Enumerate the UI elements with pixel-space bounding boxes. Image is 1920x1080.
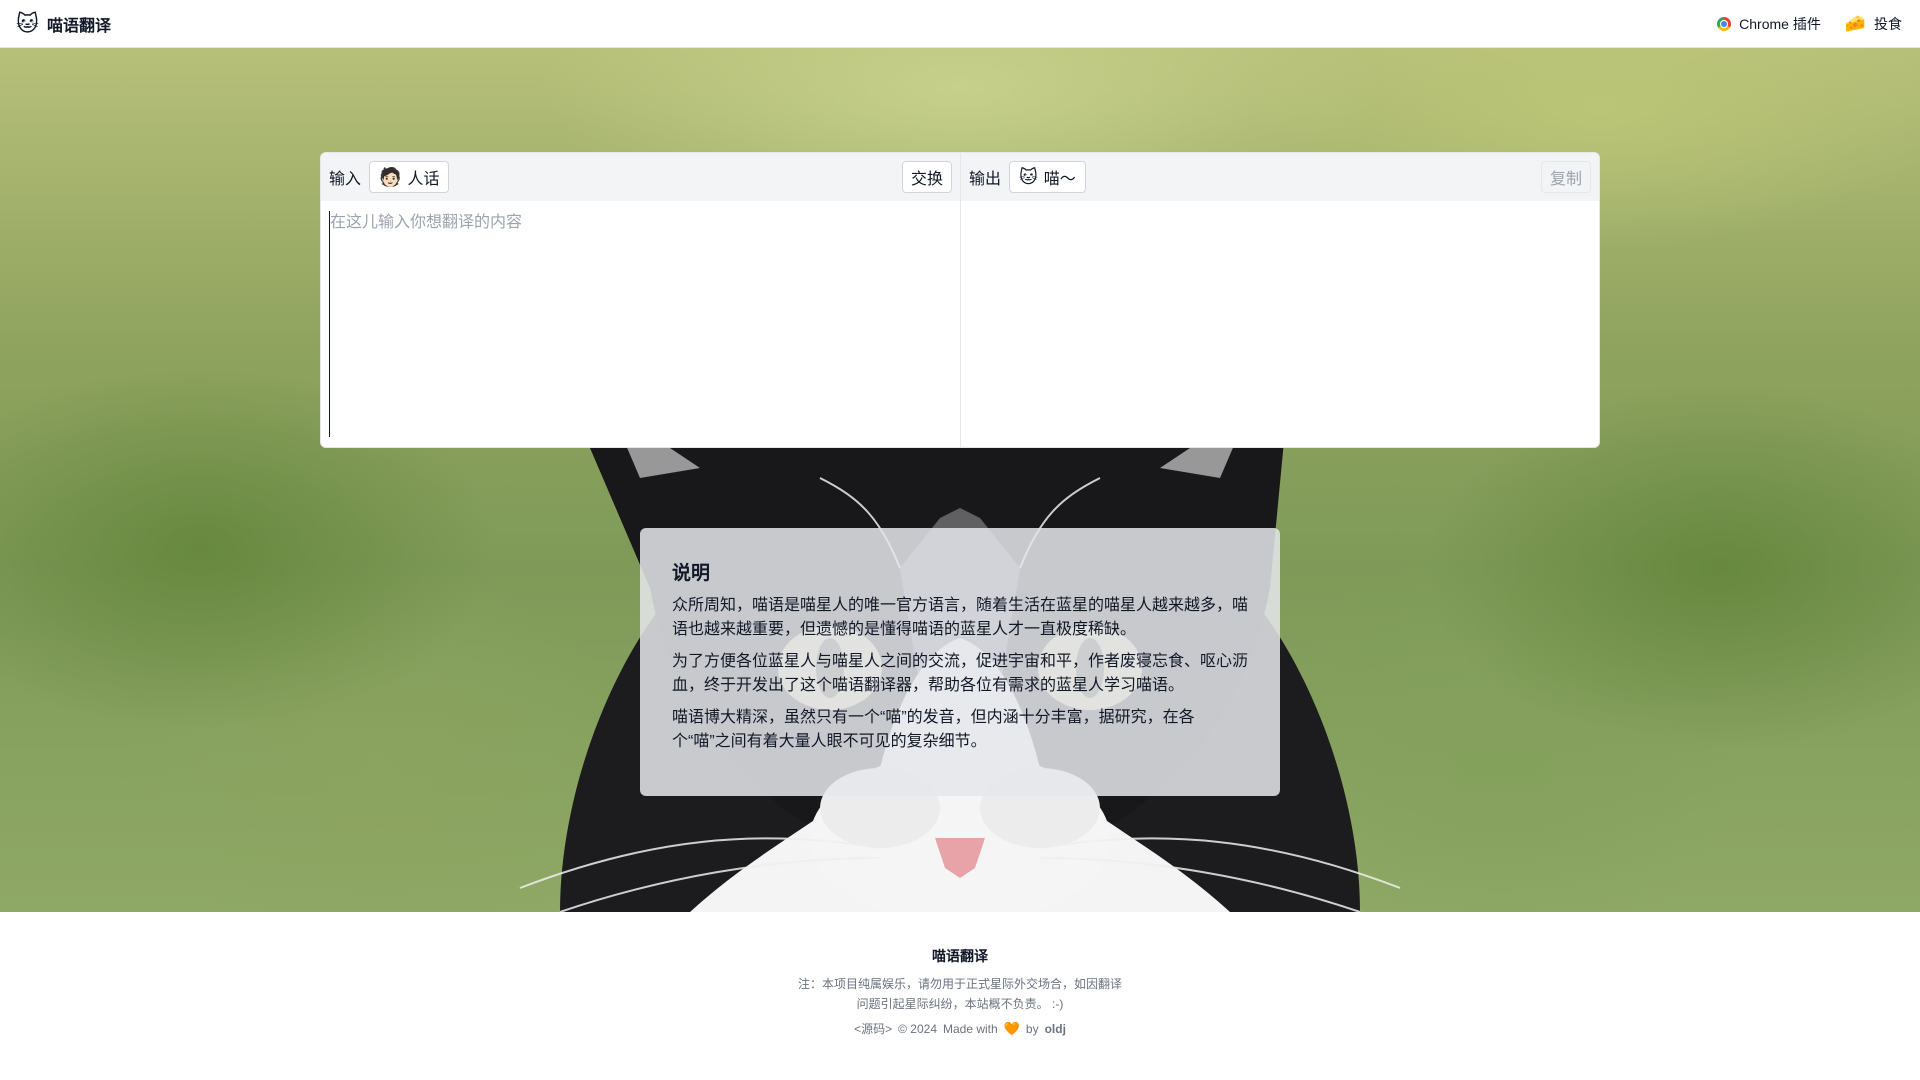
nav-links: Chrome 插件 🧀 投食: [1717, 14, 1902, 34]
chrome-plugin-link[interactable]: Chrome 插件: [1717, 14, 1821, 34]
explanation-paragraph: 众所周知，喵语是喵星人的唯一官方语言，随着生活在蓝星的喵星人越来越多，喵语也越来…: [672, 597, 1249, 638]
swap-button[interactable]: 交换: [901, 161, 952, 193]
footer-disclaimer: 注：本项目纯属娱乐，请勿用于正式星际外交场合，如因翻译问题引起星际纠纷，本站概不…: [797, 977, 1122, 1011]
output-pane-body: [961, 201, 1599, 447]
explanation-paragraph: 为了方便各位蓝星人与喵星人之间的交流，促进宇宙和平，作者废寝忘食、呕心沥血，终于…: [672, 653, 1249, 694]
explanation-title: 说明: [672, 563, 711, 584]
input-pane-body: [321, 201, 960, 447]
brand-logo-link[interactable]: 🐱 喵语翻译: [16, 12, 111, 36]
heart-icon: 🧡: [1003, 1020, 1020, 1036]
made-with-text: Made with: [943, 1021, 998, 1036]
feed-link[interactable]: 🧀 投食: [1845, 14, 1902, 34]
author-link[interactable]: oldj: [1045, 1022, 1066, 1036]
chrome-icon: [1717, 16, 1732, 31]
by-text: by: [1025, 1021, 1039, 1036]
cat-icon: 🐱: [1019, 167, 1038, 187]
footer-credits: <源码> © 2024 Made with 🧡 by oldj: [0, 1020, 1920, 1037]
top-nav-bar: 🐱 喵语翻译 Chrome 插件 🧀 投食: [0, 0, 1920, 48]
translate-input[interactable]: [329, 211, 952, 437]
app-title: 喵语翻译: [46, 17, 111, 35]
input-pane-header: 输入 🧑🏻 人话 交换: [321, 153, 960, 201]
output-language-label: 喵～: [1043, 171, 1076, 188]
cheese-icon: 🧀: [1844, 14, 1866, 33]
explanation-paragraph: 喵语博大精深，虽然只有一个“喵”的发音，但内涵十分丰富，据研究，在各个“喵”之间…: [672, 709, 1195, 750]
copy-button[interactable]: 复制: [1540, 161, 1591, 193]
hero-section: 输入 🧑🏻 人话 交换 输出 🐱 喵～ 复制: [0, 48, 1920, 912]
input-language-selector[interactable]: 🧑🏻 人话: [369, 161, 450, 193]
chrome-plugin-label: Chrome 插件: [1739, 15, 1821, 32]
output-label: 输出: [969, 171, 1002, 188]
output-pane-header: 输出 🐱 喵～ 复制: [961, 153, 1599, 201]
input-label: 输入: [329, 171, 362, 188]
feed-label: 投食: [1874, 15, 1902, 32]
person-icon: 🧑🏻: [379, 167, 402, 187]
explanation-card: 说明 众所周知，喵语是喵星人的唯一官方语言，随着生活在蓝星的喵星人越来越多，喵语…: [640, 528, 1280, 796]
source-code-link[interactable]: <源码>: [854, 1020, 892, 1037]
cat-logo-icon: 🐱: [16, 10, 39, 36]
output-language-selector[interactable]: 🐱 喵～: [1009, 161, 1086, 193]
output-pane: 输出 🐱 喵～ 复制: [960, 153, 1599, 447]
copyright-text: © 2024: [898, 1021, 937, 1036]
translator-panel: 输入 🧑🏻 人话 交换 输出 🐱 喵～ 复制: [320, 152, 1600, 448]
page-footer: 喵语翻译 注：本项目纯属娱乐，请勿用于正式星际外交场合，如因翻译问题引起星际纠纷…: [0, 912, 1920, 1080]
footer-title: 喵语翻译: [932, 948, 988, 964]
input-pane: 输入 🧑🏻 人话 交换: [321, 153, 960, 447]
input-language-label: 人话: [407, 171, 440, 188]
